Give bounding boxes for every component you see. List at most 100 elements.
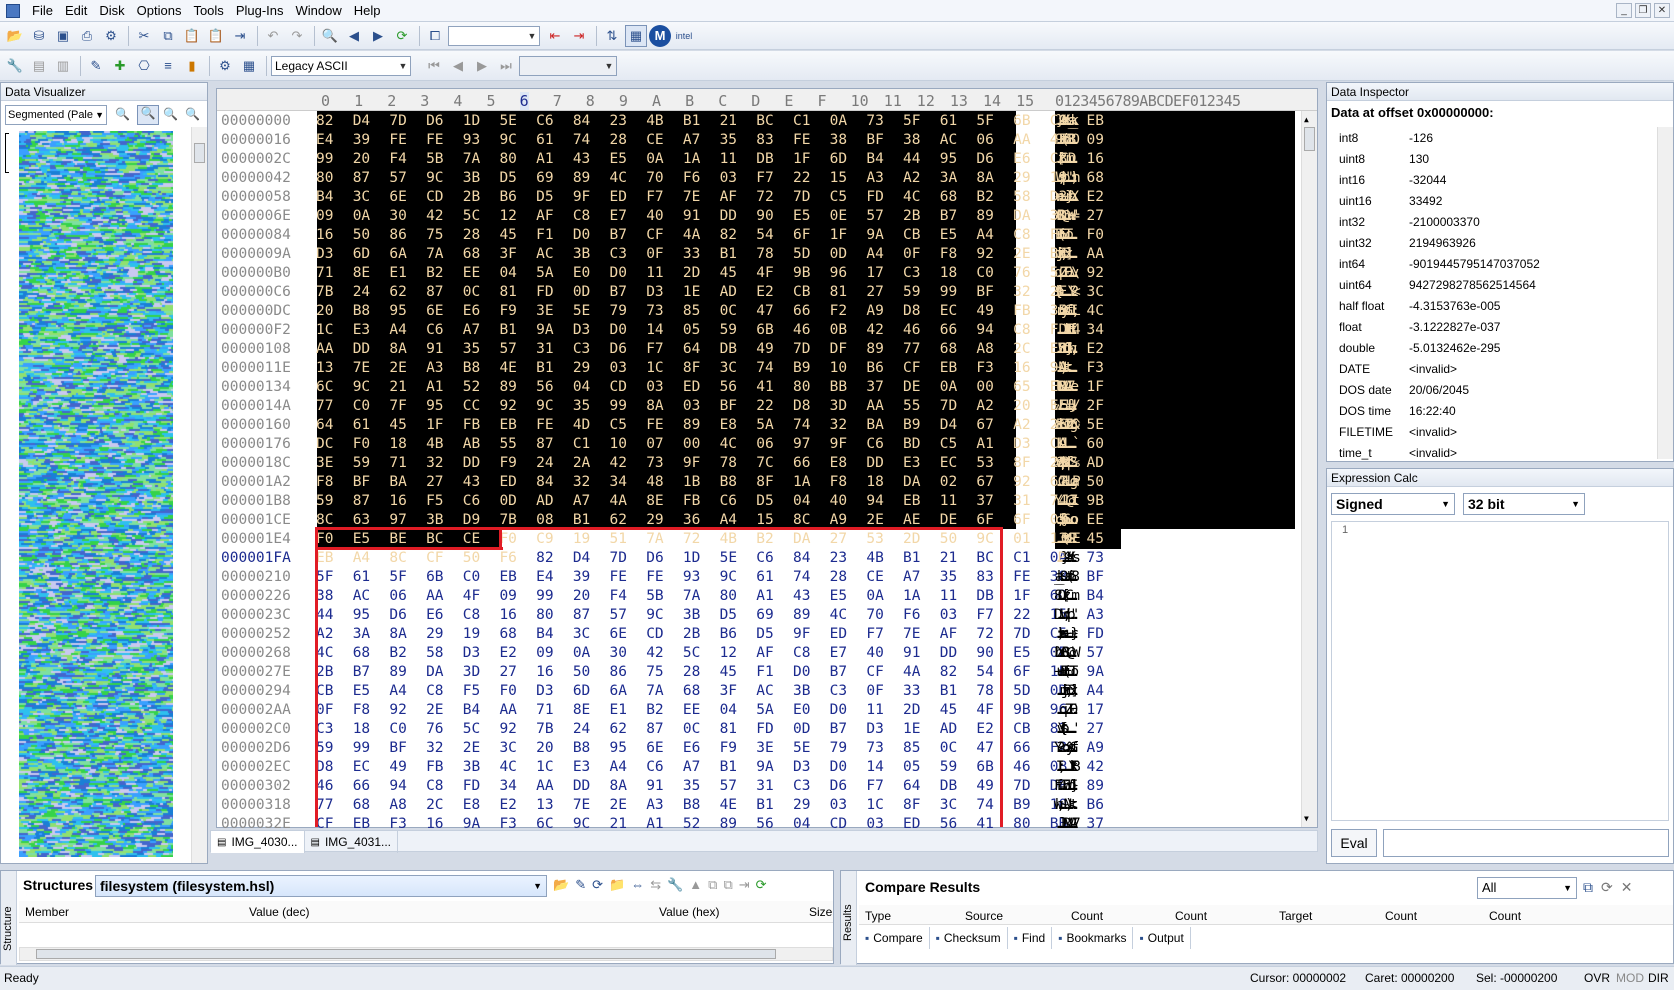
menu-window[interactable]: Window bbox=[290, 0, 348, 22]
hex-row[interactable]: 0000011E 13 7E 2E A3 B8 4E B1 29 03 1C 8F… bbox=[217, 358, 1287, 378]
row-bytes[interactable]: 99 20 F4 5B 7A 80 A1 43 E5 0A 1A 11 DB 1… bbox=[316, 151, 1104, 167]
row-ascii[interactable]: . . . v \ . { $ b . . . . . . . . . . . … bbox=[1054, 721, 1081, 737]
open-file-icon[interactable]: 📂 bbox=[4, 25, 26, 47]
calculator-icon[interactable]: ▦ bbox=[238, 55, 260, 77]
row-ascii[interactable]: + . . . = ' . P . u ( E . . . . J . T o … bbox=[1054, 664, 1081, 680]
row-bytes[interactable]: 46 66 94 C8 FD 34 AA DD 8A 91 35 57 31 C… bbox=[316, 778, 1104, 794]
row-ascii[interactable]: . . I . ; L . . . . . . . . . . . Y k F … bbox=[1054, 759, 1081, 775]
next-page-icon[interactable]: ▶ bbox=[471, 55, 493, 77]
inspector-row[interactable]: DATE <invalid> bbox=[1333, 358, 1649, 379]
hex-row[interactable]: 000000F2 1C E3 A4 C6 A7 B1 9A D3 D0 14 05… bbox=[217, 320, 1287, 340]
hex-row[interactable]: 00000318 77 68 A8 2C E8 E2 13 7E 2E A3 B8… bbox=[217, 795, 1287, 815]
inspector-row[interactable]: int16 -32044 bbox=[1333, 169, 1649, 190]
close-icon[interactable]: ✕ bbox=[1654, 3, 1670, 18]
hex-row[interactable]: 000000DC 20 B8 95 6E E6 F9 3E 5E 79 73 85… bbox=[217, 301, 1287, 321]
row-ascii[interactable]: . . [ z . . C . . . . . . m . D . . . . … bbox=[1054, 151, 1081, 167]
row-ascii[interactable]: . . 0 B \ . . . . @ . . . . . W + . . . … bbox=[1054, 208, 1081, 224]
select-block-icon[interactable]: ▤ bbox=[28, 55, 50, 77]
export-icon[interactable]: ⇥ bbox=[229, 25, 251, 47]
inspector-row[interactable]: int64 -9019445795147037052 bbox=[1333, 253, 1649, 274]
row-ascii[interactable]: w . . . . . . 5 . . . . " . = . U } . . … bbox=[1054, 398, 1081, 414]
inspector-row[interactable]: uint16 33492 bbox=[1333, 190, 1649, 211]
copy-struct-icon[interactable]: ⧉ bbox=[708, 877, 717, 893]
col-value-hex[interactable]: Value (hex) bbox=[659, 905, 719, 919]
open-disk-icon[interactable]: ⛁ bbox=[28, 25, 50, 47]
refresh-structure-icon[interactable]: ⟳ bbox=[592, 877, 603, 893]
row-bytes[interactable]: 82 D4 7D D6 1D 5E C6 84 23 4B B1 21 BC C… bbox=[316, 113, 1104, 129]
column-width-icon[interactable]: ▦ bbox=[625, 24, 647, 47]
zoom-100-icon[interactable]: 🔍 bbox=[115, 107, 130, 121]
row-bytes[interactable]: 71 8E E1 B2 EE 04 5A E0 D0 11 2D 45 4F 9… bbox=[316, 265, 1104, 281]
row-bytes[interactable]: 7B 24 62 87 0C 81 FD 0D B7 D3 1E AD E2 C… bbox=[316, 284, 1104, 300]
hex-row[interactable]: 00000294 CB E5 A4 C8 F5 F0 D3 6D 6A 7A 68… bbox=[217, 681, 1287, 701]
row-bytes[interactable]: 4C 68 B2 58 D3 E2 09 0A 30 42 5C 12 AF C… bbox=[316, 645, 1104, 661]
intel-icon[interactable]: intel bbox=[673, 25, 695, 47]
paste-icon[interactable]: 📋 bbox=[181, 25, 203, 47]
restore-icon[interactable]: ❐ bbox=[1635, 3, 1651, 18]
row-ascii[interactable]: _ a _ k . . . 9 . . . . a t ( . . 5 . . … bbox=[1054, 569, 1081, 585]
hex-row[interactable]: 00000134 6C 9C 21 A1 52 89 56 04 CD 03 ED… bbox=[217, 377, 1287, 397]
up-icon[interactable]: ▲ bbox=[689, 877, 702, 893]
row-bytes[interactable]: E4 39 FE FE 93 9C 61 74 28 CE A7 35 83 F… bbox=[316, 132, 1104, 148]
compare-filter-select[interactable]: All ▼ bbox=[1477, 877, 1577, 899]
inspector-value[interactable]: -5.0132462e-295 bbox=[1399, 337, 1649, 358]
row-ascii[interactable]: . . . . 5 W 1 . . . d . I } . . w h . , … bbox=[1054, 341, 1081, 357]
hex-row[interactable]: 0000009A D3 6D 6A 7A 68 3F AC 3B C3 0F 33… bbox=[217, 244, 1287, 264]
charset-select[interactable]: Legacy ASCII ▼ bbox=[271, 55, 411, 76]
hex-editor[interactable]: 0 1 2 3 4 5 6 7 8 9 A B C D E F 10 11 12 13 14 15 0123456789AB… bbox=[216, 88, 1318, 832]
settings-icon[interactable]: ⚙ bbox=[214, 55, 236, 77]
row-ascii[interactable]: F f . . . 4 . . . . 5 W 1 . . . d . I } … bbox=[1054, 778, 1081, 794]
inspector-value[interactable]: -4.3153763e-005 bbox=[1399, 295, 1649, 316]
visualizer-mode-select[interactable]: Segmented (Pale ▼ bbox=[5, 105, 107, 125]
inspector-value[interactable]: <invalid> bbox=[1399, 358, 1649, 379]
tab-img-4031[interactable]: ▤ IMG_4031... bbox=[305, 831, 398, 853]
sync-icon[interactable]: ⟳ bbox=[756, 877, 767, 893]
tab-output[interactable]: ▪ Output bbox=[1133, 927, 1191, 949]
hex-row[interactable]: 000000C6 7B 24 62 87 0C 81 FD 0D B7 D3 1E… bbox=[217, 282, 1287, 302]
row-ascii[interactable]: l . ! . R . V . . . . V A . . 7 . . . e … bbox=[1054, 379, 1081, 395]
compare-options-icon[interactable]: ⧉ bbox=[1583, 879, 1593, 896]
row-bytes[interactable]: 0F F8 92 2E B4 AA 71 8E E1 B2 EE 04 5A E… bbox=[316, 702, 1104, 718]
row-bytes[interactable]: EB A4 8C CF 50 F6 82 D4 7D D6 1D 5E C6 8… bbox=[316, 550, 1104, 566]
compare-col-header[interactable]: Count bbox=[1489, 909, 1521, 923]
row-bytes[interactable]: 16 50 86 75 28 45 F1 D0 B7 CF 4A 82 54 6… bbox=[316, 227, 1104, 243]
hex-row[interactable]: 00000302 46 66 94 C8 FD 34 AA DD 8A 91 35… bbox=[217, 776, 1287, 796]
row-bytes[interactable]: 38 AC 06 AA 4F 09 99 20 F4 5B 7A 80 A1 4… bbox=[316, 588, 1104, 604]
inspector-row[interactable]: int32 -2100003370 bbox=[1333, 211, 1649, 232]
inspector-row[interactable]: int8 -126 bbox=[1333, 127, 1649, 148]
inspector-row[interactable]: double -5.0132462e-295 bbox=[1333, 337, 1649, 358]
row-bytes[interactable]: 5F 61 5F 6B C0 EB E4 39 FE FE 93 9C 61 7… bbox=[316, 569, 1104, 585]
row-bytes[interactable]: D8 EC 49 FB 3B 4C 1C E3 A4 C6 A7 B1 9A D… bbox=[316, 759, 1104, 775]
hex-row[interactable]: 0000002C 99 20 F4 5B 7A 80 A1 43 E5 0A 1A… bbox=[217, 149, 1287, 169]
hex-row[interactable]: 00000226 38 AC 06 AA 4F 09 99 20 F4 5B 7A… bbox=[217, 586, 1287, 606]
expression-editor[interactable]: 1 bbox=[1331, 521, 1669, 821]
inspector-value[interactable]: 20/06/2045 bbox=[1399, 379, 1649, 400]
hex-row[interactable]: 0000014A 77 C0 7F 95 CC 92 9C 35 99 8A 03… bbox=[217, 396, 1287, 416]
row-ascii[interactable]: . c . ; . { . . b ) 6 . . . . . . . o o … bbox=[1054, 512, 1081, 528]
row-ascii[interactable]: 8 . . . O . . . [ z . . C . . . . . . m … bbox=[1054, 588, 1081, 604]
compare-col-header[interactable]: Count bbox=[1175, 909, 1207, 923]
hex-row[interactable]: 00000042 80 87 57 9C 3B D5 69 89 4C 70 F6… bbox=[217, 168, 1287, 188]
data-visualizer-canvas[interactable] bbox=[19, 131, 173, 857]
hex-row[interactable]: 000001B8 59 87 16 F5 C6 0D AD A7 4A 8E FB… bbox=[217, 491, 1287, 511]
last-page-icon[interactable]: ⏭ bbox=[495, 55, 517, 77]
structures-hscrollbar[interactable] bbox=[19, 947, 833, 961]
zoom-fit-icon[interactable]: 🔍 bbox=[137, 105, 159, 125]
row-bytes[interactable]: 3E 59 71 32 DD F9 24 2A 42 73 9F 78 7C 6… bbox=[316, 455, 1104, 471]
inspector-value[interactable]: 33492 bbox=[1399, 190, 1649, 211]
bookmark-prev-icon[interactable]: ⇤ bbox=[544, 25, 566, 47]
hex-row[interactable]: 000001FA EB A4 8C CF 50 F6 82 D4 7D D6 1D… bbox=[217, 548, 1287, 568]
inspector-row[interactable]: half float -4.3153763e-005 bbox=[1333, 295, 1649, 316]
row-bytes[interactable]: 09 0A 30 42 5C 12 AF C8 E7 40 91 DD 90 E… bbox=[316, 208, 1104, 224]
row-ascii[interactable]: D . . . . . . . W . ; . i . L p . . . " … bbox=[1054, 607, 1081, 623]
inspector-row[interactable]: DOS time 16:22:40 bbox=[1333, 400, 1649, 421]
structure-file-select[interactable]: filesystem (filesystem.hsl) ▼ bbox=[95, 875, 547, 897]
row-ascii[interactable]: { $ b . . . . . . . . . . . . ' Y . . 2 … bbox=[1054, 284, 1081, 300]
properties-icon[interactable]: ⚙ bbox=[100, 25, 122, 47]
compare-col-header[interactable]: Count bbox=[1385, 909, 1417, 923]
tab-img-4030[interactable]: ▤ IMG_4030... bbox=[211, 831, 305, 853]
hex-row[interactable]: 00000000 82 D4 7D D6 1D 5E C6 84 23 4B B1… bbox=[217, 111, 1287, 131]
hex-row[interactable]: 000001A2 F8 BF BA 27 43 ED 84 32 34 48 1B… bbox=[217, 472, 1287, 492]
row-bytes[interactable]: F8 BF BA 27 43 ED 84 32 34 48 1B B8 8F 1… bbox=[316, 474, 1104, 490]
row-ascii[interactable]: . : . ) . h . < n . + . . . . . ~ . r } … bbox=[1054, 626, 1081, 642]
